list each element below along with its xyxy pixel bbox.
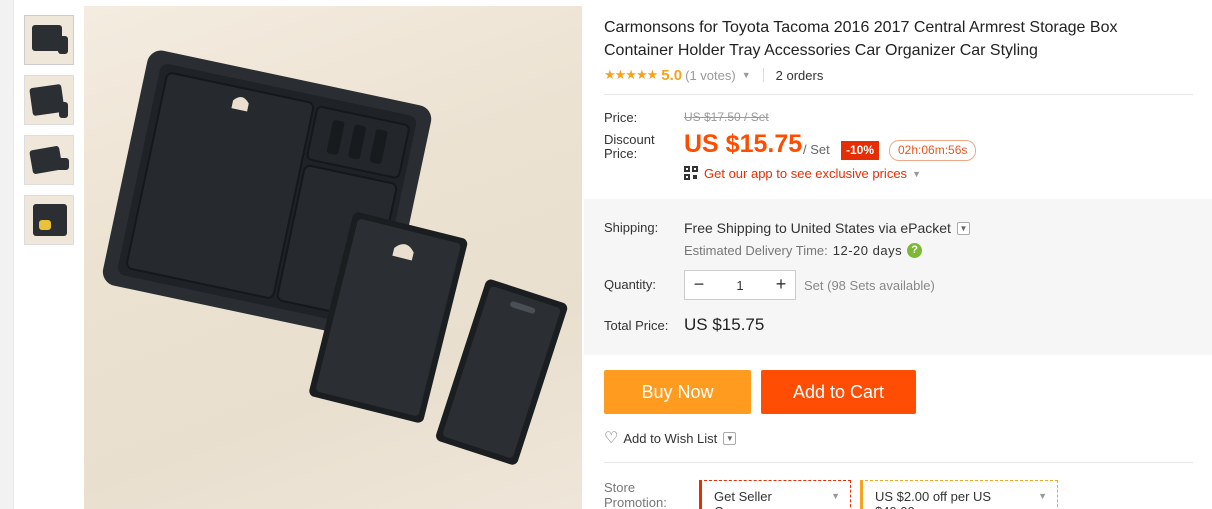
estimate-label: Estimated Delivery Time: [684,243,828,258]
wishlist-label: Add to Wish List [623,430,718,446]
add-to-cart-button[interactable]: Add to Cart [761,370,916,414]
store-promotion-label: Store Promotion: [604,480,667,509]
discount-price-label: Discount Price: [604,132,655,161]
delivery-estimate: Estimated Delivery Time: 12-20 days ? [684,243,923,258]
thumbnail-4[interactable] [24,195,74,245]
caret-down-icon: ▼ [1038,491,1047,501]
chevron-down-icon[interactable]: ▼ [742,70,751,80]
rating-value: 5.0 [661,66,683,84]
plus-button[interactable]: + [767,271,795,299]
coupon-label: US $2.00 off per US $49.00 [875,489,992,509]
discount-price: US $15.75 [684,130,803,158]
heart-icon: ♡ [604,430,619,447]
quantity-input[interactable]: 1 [713,278,767,293]
app-exclusive-prices-link[interactable]: Get our app to see exclusive prices ▼ [684,166,921,181]
divider [762,68,764,82]
thumbnail-1[interactable] [24,15,74,65]
quantity-label: Quantity: [604,277,657,292]
shipping-selector[interactable]: Free Shipping to United States via ePack… [684,220,970,236]
rating-row: ★★★★★ 5.0 (1 votes) ▼ 2 orders [604,64,823,86]
armrest-tray-illustration [102,50,568,465]
total-price-label: Total Price: [604,318,669,333]
caret-down-icon: ▼ [831,491,840,501]
quantity-stepper: − 1 + [684,270,796,300]
minus-button[interactable]: − [685,271,713,299]
votes-link[interactable]: (1 votes) [685,68,736,83]
total-price: US $15.75 [684,315,765,334]
help-icon[interactable]: ? [907,243,923,258]
store-discount-button[interactable]: US $2.00 off per US $49.00 ▼ [860,480,1058,509]
app-prompt-text: Get our app to see exclusive prices [704,166,908,181]
seller-coupons-button[interactable]: Get Seller Coupons ▼ [699,480,851,509]
coupon-label: Get Seller Coupons [714,489,772,509]
caret-down-icon: ▼ [912,168,921,179]
price-label: Price: [604,110,638,125]
chevron-down-icon[interactable]: ▼ [723,431,737,445]
thumbnail-3[interactable] [24,135,74,185]
thumbnail-strip [24,15,74,255]
divider [604,462,1193,463]
shipping-label: Shipping: [604,220,659,235]
quantity-available: Set (98 Sets available) [804,278,935,293]
shipping-text: Free Shipping to United States via ePack… [684,220,951,236]
main-product-image[interactable] [84,6,582,509]
chevron-down-icon[interactable]: ▼ [956,221,970,235]
qr-code-icon [684,166,699,181]
star-rating-icon: ★★★★★ [604,67,658,82]
orders-count: 2 orders [775,67,824,83]
countdown-timer: 02h:06m:56s [889,140,977,161]
buy-now-button[interactable]: Buy Now [604,370,751,414]
thumbnail-2[interactable] [24,75,74,125]
left-frame-edge [0,0,14,509]
product-title: Carmonsons for Toyota Tacoma 2016 2017 C… [604,19,1118,59]
divider [604,94,1193,95]
add-to-wishlist-link[interactable]: ♡ Add to Wish List ▼ [604,428,737,448]
original-price: US $17.50 / Set [684,110,769,124]
estimate-value: 12-20 days [832,243,903,258]
discount-badge: -10% [841,141,880,160]
price-unit: / Set [803,142,830,157]
